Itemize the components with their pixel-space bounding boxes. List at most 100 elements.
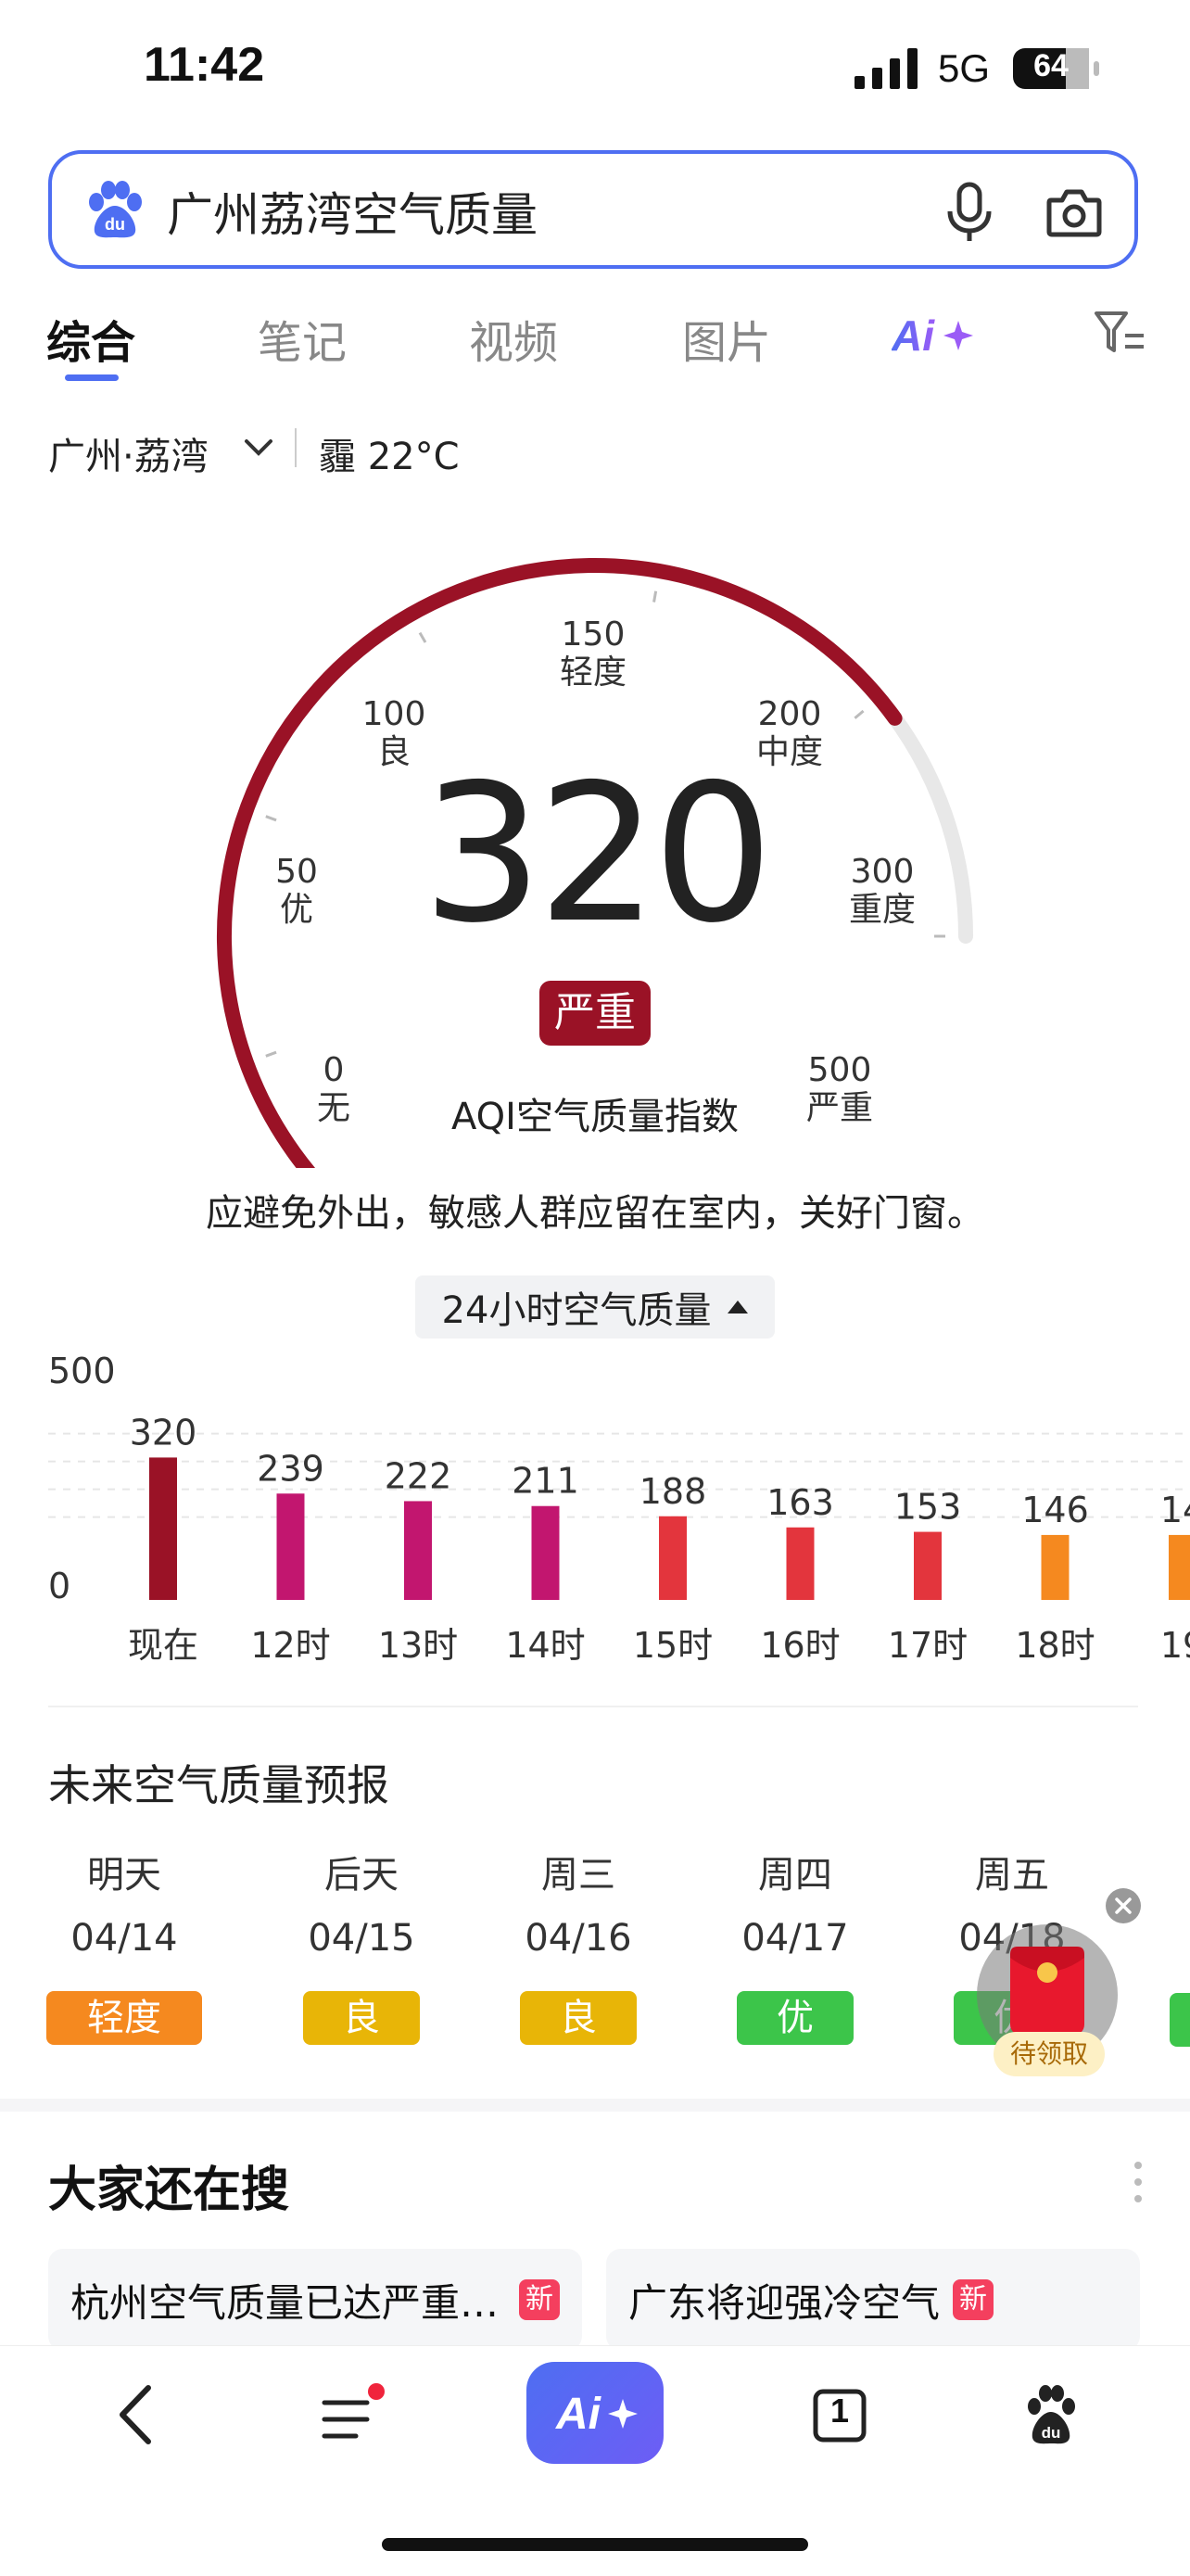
back-arrow-icon[interactable]	[111, 2382, 163, 2447]
baidu-paw-icon: du	[89, 181, 142, 238]
chart-bar	[1169, 1534, 1190, 1600]
tabs-count[interactable]: 1	[812, 2392, 867, 2430]
red-packet-label[interactable]: 待领取	[994, 2032, 1105, 2076]
menu-icon[interactable]	[319, 2380, 391, 2447]
divider	[295, 428, 297, 467]
forecast-day-name: 周四	[758, 1854, 832, 1897]
chart-bar	[276, 1493, 305, 1600]
tab-images[interactable]: 图片	[682, 306, 771, 371]
forecast-day[interactable]: 后天 04/15 良	[269, 1845, 454, 2045]
forecast-date: 04/14	[70, 1917, 178, 1960]
svg-text:du: du	[105, 215, 125, 234]
gauge-tick-mark	[265, 815, 277, 822]
gauge-tick-value: 100	[361, 695, 426, 733]
bar-value-label: 153	[894, 1487, 962, 1528]
forecast-title: 未来空气质量预报	[48, 1760, 389, 1810]
more-vertical-icon[interactable]	[1133, 2160, 1144, 2204]
bar-value-label: 14	[1160, 1490, 1190, 1530]
chart-bar	[659, 1516, 687, 1600]
camera-icon[interactable]	[1045, 184, 1103, 241]
forecast-day[interactable]: 明天 04/14 轻度	[32, 1845, 217, 2045]
forecast-level-badge-partial	[1170, 1993, 1190, 2047]
search-input[interactable]	[167, 181, 871, 242]
trending-item-text: 广东将迎强冷空气	[628, 2279, 941, 2326]
active-tab-indicator	[65, 374, 119, 381]
gauge-tick-label: 50 优	[222, 853, 371, 930]
svg-text:du: du	[1042, 2424, 1061, 2442]
bar-value-label: 320	[130, 1412, 197, 1453]
y-axis-max-label: 500	[48, 1351, 116, 1391]
tab-videos[interactable]: 视频	[469, 306, 558, 371]
new-badge: 新	[953, 2279, 994, 2320]
chart-bar	[531, 1505, 560, 1600]
filter-icon[interactable]	[1094, 310, 1146, 358]
ai-plus-icon[interactable]: Ai	[892, 310, 977, 362]
gauge-tick-value: 200	[757, 695, 822, 733]
bar-category-label: 15时	[633, 1625, 713, 1666]
section-gap	[0, 2099, 1190, 2112]
tab-all[interactable]: 综合	[46, 306, 135, 371]
gauge-tick-text: 重度	[848, 891, 916, 930]
gauge-tick-text: 良	[376, 733, 411, 772]
forecast-date: 04/17	[741, 1917, 849, 1960]
network-type: 5G	[938, 46, 991, 90]
gauge-tick-mark	[652, 590, 658, 603]
gauge-tick-text: 中度	[755, 733, 823, 772]
location-selector[interactable]: 广州·荔湾	[48, 426, 209, 480]
ai-assistant-button[interactable]: Ai	[526, 2362, 664, 2464]
status-time: 11:42	[144, 38, 265, 92]
gauge-tick-mark	[418, 631, 427, 643]
microphone-icon[interactable]	[943, 182, 995, 243]
chart-bars: 320 现在 239 12时 222 13时 211 14时 188 15时 163 16时 153 17…	[128, 1412, 1190, 1666]
battery-percent: 64	[1033, 48, 1069, 83]
bar-category-label: 17时	[888, 1625, 968, 1666]
trending-item[interactable]: 广东将迎强冷空气 新	[606, 2249, 1140, 2351]
bar-category-label: 16时	[760, 1625, 840, 1666]
chevron-down-icon[interactable]	[243, 436, 274, 460]
bar-category-label: 18时	[1015, 1625, 1095, 1666]
forecast-day-name: 周三	[541, 1854, 615, 1897]
red-envelope-icon[interactable]	[1006, 1941, 1088, 2037]
new-badge: 新	[519, 2279, 560, 2320]
forecast-level-badge: 优	[737, 1991, 854, 2045]
aqi-level-badge: 严重	[539, 981, 651, 1046]
gauge-tick-value: 0	[323, 1051, 345, 1089]
chart-bar	[914, 1531, 942, 1600]
chart-bar	[404, 1501, 432, 1600]
gauge-tick-label: 100 良	[320, 695, 468, 772]
forecast-level-badge: 良	[303, 1991, 420, 2045]
forecast-date: 04/15	[308, 1917, 415, 1960]
health-advice: 应避免外出，敏感人群应留在室内，关好门窗。	[206, 1192, 984, 1235]
bar-value-label: 188	[639, 1471, 707, 1512]
home-indicator	[382, 2538, 808, 2551]
gauge-tick-value: 150	[561, 615, 626, 654]
trending-item-text: 杭州空气质量已达严重污染	[70, 2279, 506, 2326]
bar-category-label: 13时	[378, 1625, 458, 1666]
hourly-toggle-label: 24小时空气质量	[441, 1289, 712, 1332]
baidu-home-icon[interactable]: du	[1023, 2382, 1079, 2447]
weather-summary: 霾 22°C	[319, 436, 460, 478]
gauge-tick-value: 300	[850, 853, 915, 891]
chart-bar	[1041, 1534, 1070, 1600]
forecast-day[interactable]: 周三 04/16 良	[486, 1845, 671, 2045]
gauge-tick-label: 150 轻度	[519, 615, 667, 692]
close-icon[interactable]	[1105, 1887, 1142, 1924]
hourly-aqi-toggle[interactable]: 24小时空气质量	[415, 1275, 775, 1339]
trending-title: 大家还在搜	[48, 2163, 290, 2218]
gauge-tick-label: 200 中度	[715, 695, 864, 772]
svg-text:Ai: Ai	[555, 2390, 602, 2439]
bar-value-label: 211	[512, 1461, 579, 1502]
bar-value-label: 222	[385, 1455, 452, 1496]
bar-category-label: 12时	[250, 1625, 330, 1666]
chart-grid	[48, 1432, 1190, 1518]
gauge-tick-label: 500 严重	[766, 1051, 914, 1128]
trending-item[interactable]: 杭州空气质量已达严重污染 新	[48, 2249, 582, 2351]
tab-notes[interactable]: 笔记	[258, 306, 347, 371]
gauge-tick-text: 轻度	[559, 654, 627, 692]
bar-value-label: 163	[766, 1482, 834, 1523]
section-divider	[48, 1706, 1138, 1707]
hourly-aqi-chart: 500 0 320 现在 239 12时 222 13时 211 14时 188 15时 163 16…	[48, 1351, 1190, 1666]
forecast-level-badge: 轻度	[46, 1991, 202, 2045]
forecast-day[interactable]: 周四 04/17 优	[703, 1845, 888, 2045]
bar-category-label: 现在	[128, 1625, 198, 1666]
